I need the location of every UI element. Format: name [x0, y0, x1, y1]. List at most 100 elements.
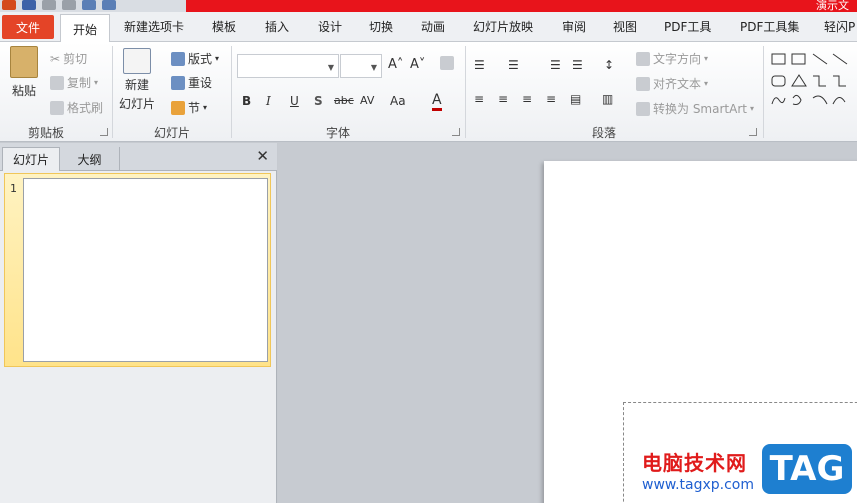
- title-strip: [186, 0, 857, 12]
- italic-button[interactable]: I: [266, 94, 271, 108]
- reset-label: 重设: [188, 76, 213, 90]
- watermark-url: www.tagxp.com: [642, 477, 754, 493]
- align-text-label: 对齐文本: [653, 77, 702, 91]
- clear-format-icon: [440, 56, 454, 70]
- reset-icon: [171, 75, 185, 90]
- chevron-down-icon: ▾: [704, 54, 709, 63]
- reset-button[interactable]: 重设: [171, 74, 212, 91]
- layout-button[interactable]: 版式 ▾: [171, 50, 219, 67]
- ribbon-tabs: 文件 开始 新建选项卡 模板 插入 设计 切换 动画 幻灯片放映 审阅 视图 P…: [0, 12, 857, 43]
- cut-label: 剪切: [63, 52, 88, 66]
- columns-button[interactable]: ▥: [602, 92, 613, 106]
- change-case-button[interactable]: Aa: [390, 94, 406, 108]
- align-center-button[interactable]: ≡: [498, 92, 508, 106]
- tab-slideshow[interactable]: 幻灯片放映: [473, 18, 533, 35]
- font-size-combo[interactable]: ▼: [340, 54, 382, 78]
- justify-button[interactable]: ≡: [546, 92, 556, 106]
- smartart-label: 转换为 SmartArt: [653, 102, 747, 116]
- decrease-indent-button[interactable]: ☰: [550, 58, 561, 72]
- tab-insert[interactable]: 插入: [265, 18, 289, 35]
- section-label: 节: [188, 101, 201, 115]
- tab-slides[interactable]: 幻灯片: [2, 147, 60, 171]
- section-button[interactable]: 节 ▾: [171, 99, 207, 116]
- font-color-button[interactable]: A: [432, 92, 442, 111]
- watermark-text: 电脑技术网: [642, 451, 747, 475]
- tab-new[interactable]: 新建选项卡: [124, 18, 184, 35]
- format-painter-label: 格式刷: [67, 101, 104, 115]
- print-icon[interactable]: [82, 0, 96, 10]
- clear-format-button[interactable]: [440, 56, 454, 70]
- align-text-button[interactable]: 对齐文本 ▾: [636, 75, 708, 92]
- new-slide-label2: 幻灯片: [119, 97, 156, 111]
- shapes-gallery[interactable]: [769, 48, 857, 114]
- brush-icon: [50, 100, 64, 115]
- distributed-button[interactable]: ▤: [570, 92, 581, 106]
- shrink-font-button[interactable]: A˅: [410, 57, 425, 72]
- paragraph-launcher-icon[interactable]: [749, 128, 757, 136]
- smartart-icon: [636, 101, 650, 116]
- align-left-button[interactable]: ≡: [474, 92, 484, 106]
- separator: [112, 46, 113, 138]
- columns-icon: ▥: [602, 92, 614, 106]
- line-spacing-button[interactable]: ↕: [604, 58, 614, 72]
- bold-button[interactable]: B: [242, 94, 251, 108]
- tab-outline[interactable]: 大纲: [60, 147, 120, 171]
- save-icon[interactable]: [22, 0, 36, 10]
- tab-pdf-tools[interactable]: PDF工具: [664, 18, 711, 35]
- chevron-down-icon: ▾: [704, 79, 709, 88]
- chevron-down-icon: ▼: [370, 63, 377, 72]
- chevron-down-icon: ▾: [94, 78, 99, 87]
- distributed-icon: ▤: [570, 92, 582, 106]
- font-group-label: 字体: [326, 126, 351, 140]
- new-slide-icon: [123, 48, 151, 74]
- slide-thumbnail[interactable]: [23, 178, 268, 362]
- slides-panel: 幻灯片 大纲 ✕ 1: [0, 143, 277, 503]
- tab-animations[interactable]: 动画: [421, 18, 445, 35]
- slide-thumbnail-selected[interactable]: 1: [4, 173, 271, 367]
- underline-button[interactable]: U: [290, 94, 299, 108]
- font-launcher-icon[interactable]: [452, 128, 460, 136]
- format-painter-button[interactable]: 格式刷: [50, 99, 103, 116]
- undo-icon[interactable]: [42, 0, 56, 10]
- separator: [231, 46, 232, 138]
- convert-smartart-button[interactable]: 转换为 SmartArt ▾: [636, 100, 754, 117]
- increase-indent-button[interactable]: ☰: [572, 58, 583, 72]
- close-icon[interactable]: ✕: [256, 147, 269, 165]
- copy-icon: [50, 75, 64, 90]
- tab-design[interactable]: 设计: [318, 18, 342, 35]
- cut-button[interactable]: ✂ 剪切: [50, 50, 87, 67]
- tab-pdf-toolset[interactable]: PDF工具集: [740, 18, 799, 35]
- char-spacing-button[interactable]: AV: [360, 94, 374, 107]
- tab-home[interactable]: 开始: [60, 14, 110, 43]
- bullets-button[interactable]: ☰: [474, 58, 485, 72]
- align-center-icon: ≡: [498, 92, 509, 106]
- tab-transitions[interactable]: 切换: [369, 18, 393, 35]
- tab-qingshan[interactable]: 轻闪P: [824, 18, 855, 35]
- strikethrough-button[interactable]: abc: [334, 94, 354, 107]
- numbering-button[interactable]: ☰: [508, 58, 519, 72]
- shadow-button[interactable]: S: [314, 94, 323, 108]
- copy-button[interactable]: 复制 ▾: [50, 74, 98, 91]
- tab-file[interactable]: 文件: [2, 15, 54, 39]
- tab-view[interactable]: 视图: [613, 18, 637, 35]
- paste-button[interactable]: 粘贴: [10, 46, 38, 99]
- ribbon: 粘贴 ✂ 剪切 复制 ▾ 格式刷 剪贴板 新建 幻灯片 版式 ▾ 重设 节 ▾ …: [0, 42, 857, 142]
- align-right-icon: ≡: [522, 92, 533, 106]
- tab-template[interactable]: 模板: [212, 18, 236, 35]
- separator: [763, 46, 764, 138]
- grow-font-button[interactable]: A˄: [388, 57, 403, 72]
- redo-icon[interactable]: [62, 0, 76, 10]
- preview-icon[interactable]: [102, 0, 116, 10]
- layout-label: 版式: [188, 52, 213, 66]
- text-direction-button[interactable]: 文字方向 ▾: [636, 50, 708, 67]
- align-right-button[interactable]: ≡: [522, 92, 532, 106]
- new-slide-button[interactable]: 新建 幻灯片: [119, 48, 155, 112]
- chevron-down-icon: ▾: [203, 103, 208, 112]
- grow-font-icon: A˄: [388, 57, 404, 72]
- chevron-down-icon: ▼: [327, 63, 334, 72]
- font-name-combo[interactable]: ▼: [237, 54, 339, 78]
- bullet-list-icon: ☰: [474, 58, 485, 72]
- clipboard-launcher-icon[interactable]: [100, 128, 108, 136]
- title-bar: 演示文: [0, 0, 857, 12]
- tab-review[interactable]: 审阅: [562, 18, 586, 35]
